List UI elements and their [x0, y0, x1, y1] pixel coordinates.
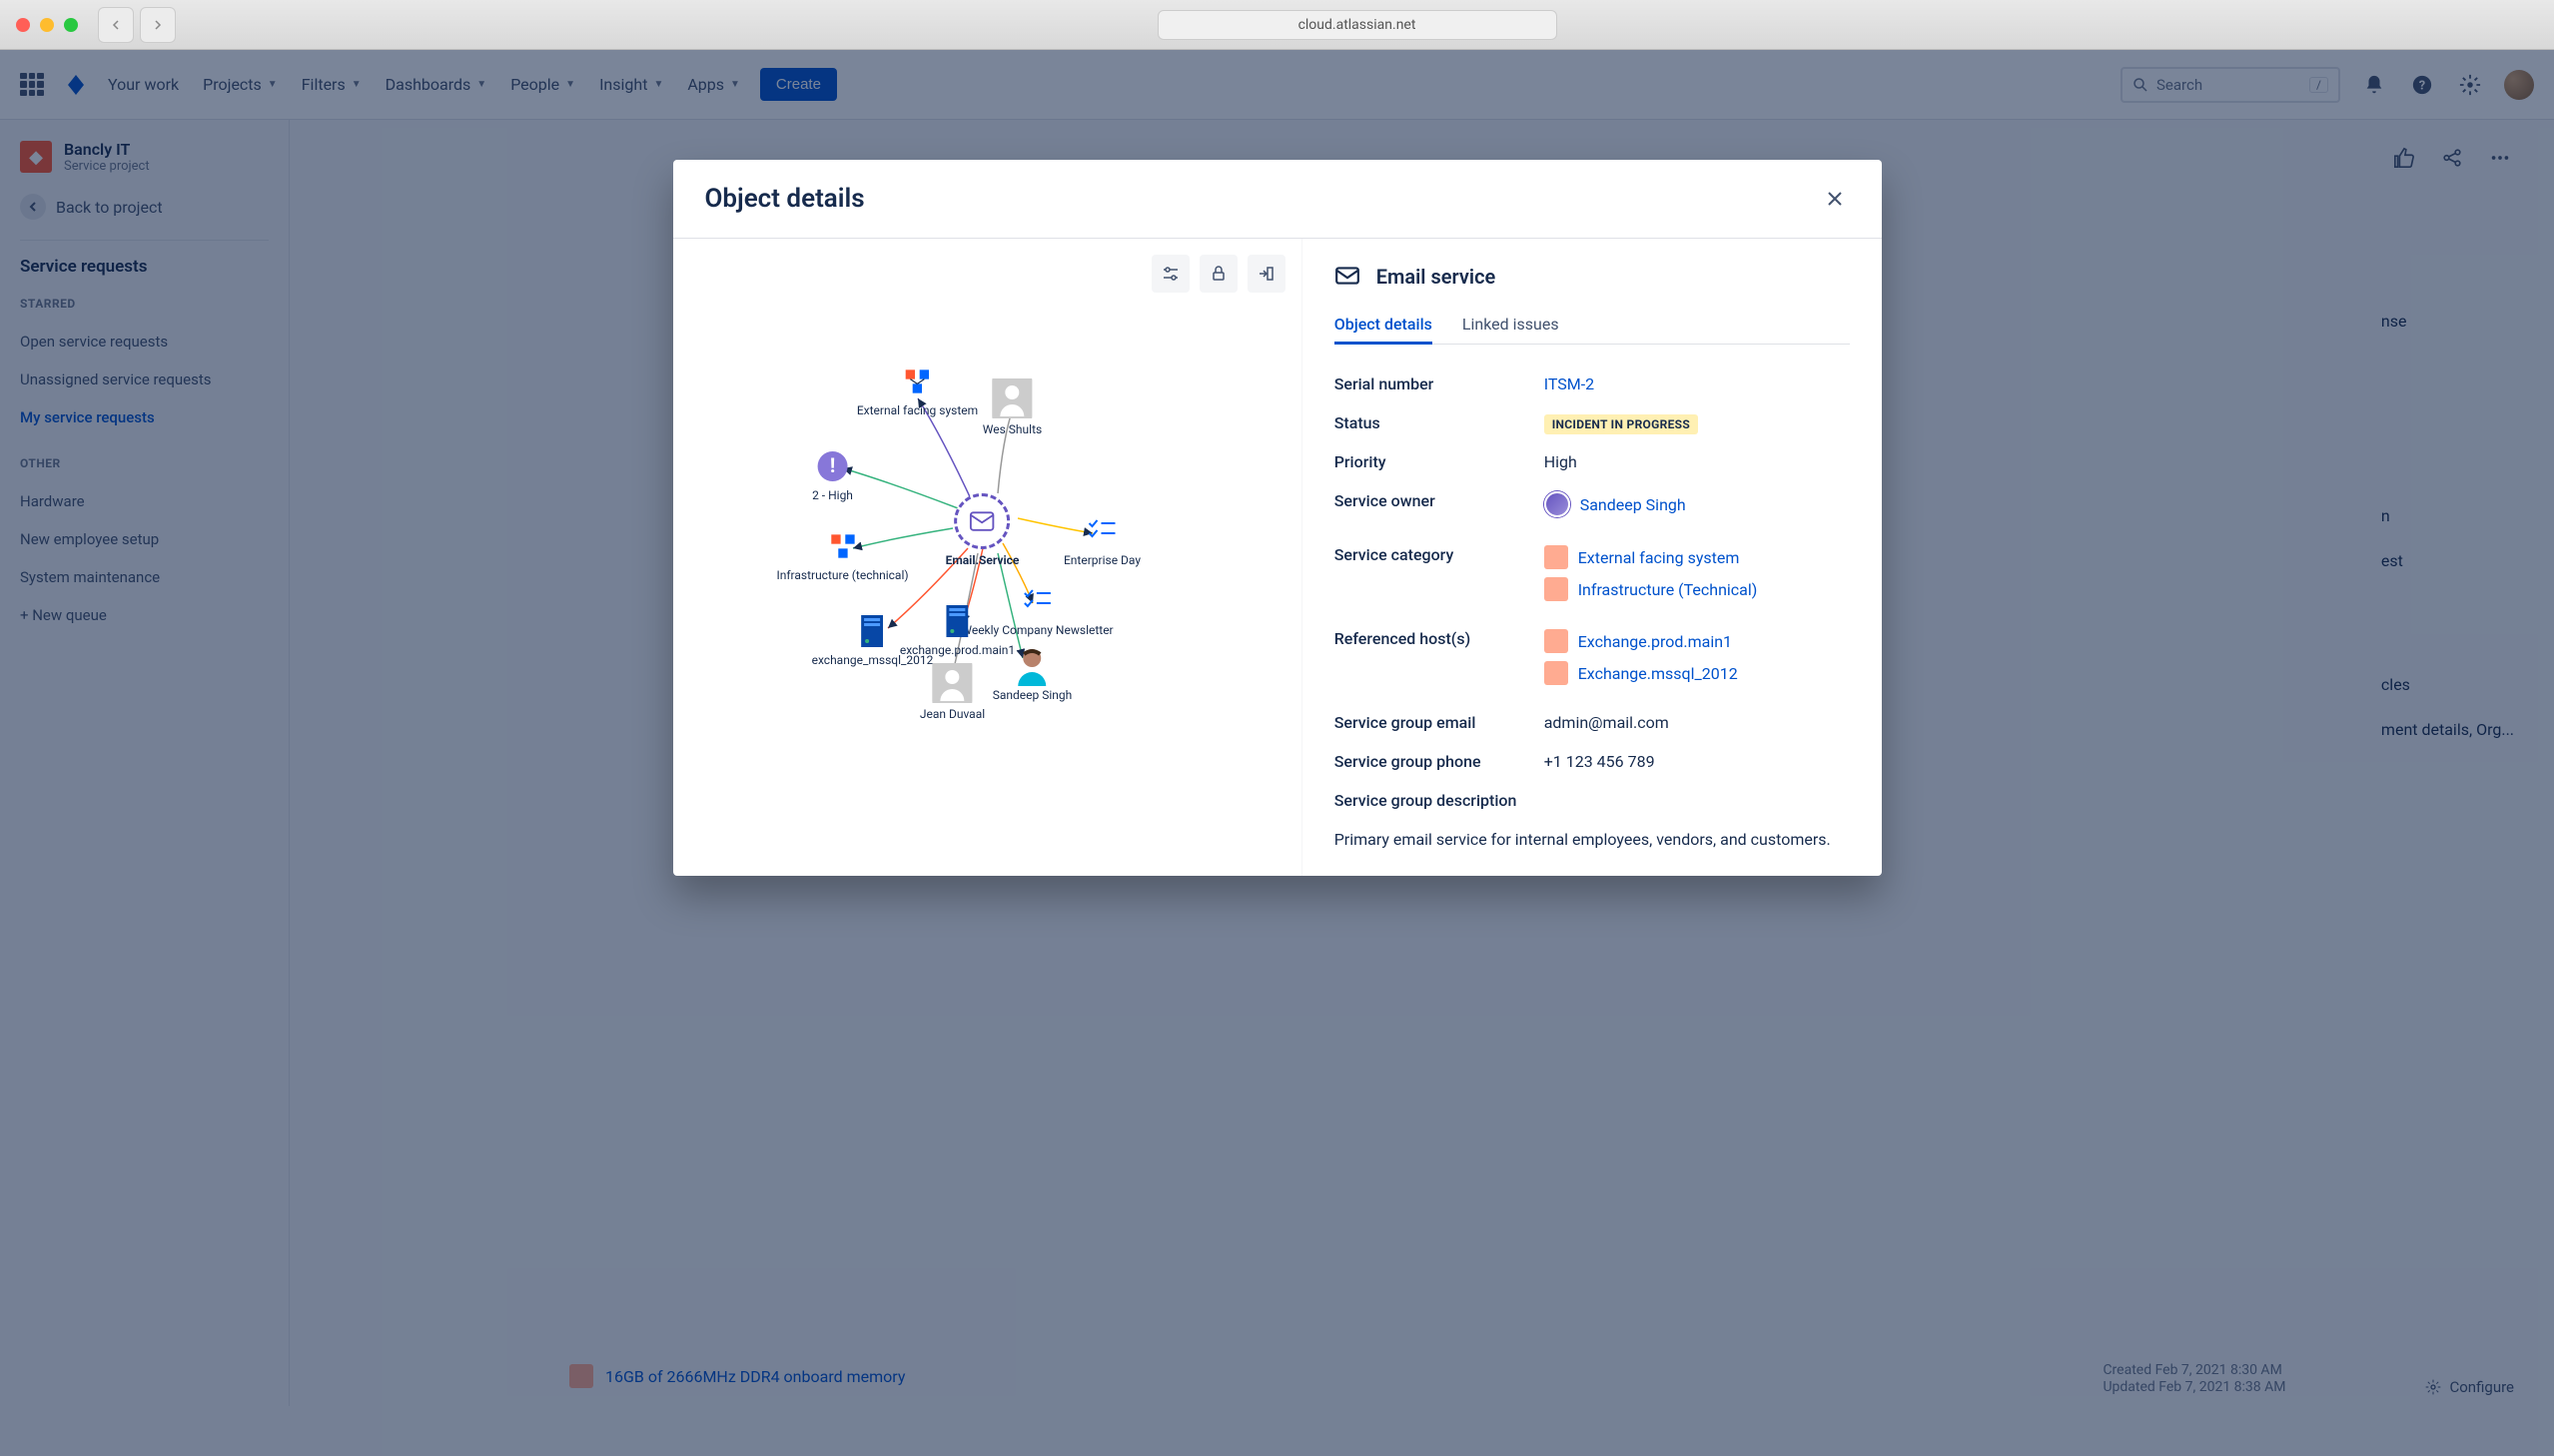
label-hosts: Referenced host(s) [1334, 629, 1544, 648]
checklist-icon [1085, 513, 1121, 549]
tab-linked-issues[interactable]: Linked issues [1462, 307, 1559, 344]
graph-node-infra[interactable]: Infrastructure (technical) [776, 528, 908, 582]
checklist-icon [1020, 583, 1056, 619]
close-button[interactable] [1820, 184, 1850, 214]
server-icon [855, 613, 891, 649]
graph-node-exchange-mssql[interactable]: exchange_mssql_2012 [812, 613, 934, 667]
avatar-icon [1014, 648, 1050, 684]
owner-chip[interactable]: Sandeep Singh [1544, 491, 1850, 517]
graph-node-center[interactable]: Email.Service [946, 493, 1020, 567]
close-window-icon[interactable] [16, 18, 30, 32]
value-phone: +1 123 456 789 [1544, 752, 1850, 771]
graph-node-external[interactable]: External facing system [857, 364, 978, 417]
graph-panel: Email.Service External facing system Wes… [673, 239, 1301, 876]
back-button[interactable] [98, 7, 134, 43]
system-icon [899, 364, 935, 399]
label-email: Service group email [1334, 713, 1544, 732]
tab-object-details[interactable]: Object details [1334, 307, 1432, 345]
priority-icon: ! [815, 448, 851, 484]
person-icon [933, 663, 973, 703]
category-icon [1544, 577, 1568, 601]
person-icon [992, 378, 1032, 418]
label-description: Service group description [1334, 791, 1517, 810]
minimize-window-icon[interactable] [40, 18, 54, 32]
value-email: admin@mail.com [1544, 713, 1850, 732]
close-icon [1825, 189, 1845, 209]
label-owner: Service owner [1334, 491, 1544, 510]
tabs: Object details Linked issues [1334, 307, 1850, 345]
email-icon [954, 493, 1010, 549]
category-chip-0[interactable]: External facing system [1544, 545, 1850, 569]
svg-text:!: ! [830, 453, 835, 477]
value-priority: High [1544, 452, 1850, 471]
avatar-icon [1544, 491, 1570, 517]
label-phone: Service group phone [1334, 752, 1544, 771]
graph-node-sandeep[interactable]: Sandeep Singh [993, 648, 1073, 702]
status-badge: INCIDENT IN PROGRESS [1544, 414, 1698, 434]
graph-node-priority[interactable]: ! 2 - High [812, 448, 853, 502]
maximize-window-icon[interactable] [64, 18, 78, 32]
relationship-graph[interactable]: Email.Service External facing system Wes… [693, 259, 1281, 778]
value-serial[interactable]: ITSM-2 [1544, 374, 1850, 393]
host-icon [1544, 661, 1568, 685]
server-icon [940, 603, 976, 639]
host-icon [1544, 629, 1568, 653]
system-icon [824, 528, 860, 564]
mail-icon [1334, 263, 1362, 291]
url-bar[interactable]: cloud.atlassian.net [1158, 10, 1557, 40]
graph-node-wes[interactable]: Wes Shults [983, 378, 1042, 436]
host-chip-0[interactable]: Exchange.prod.main1 [1544, 629, 1850, 653]
nav-arrows [98, 7, 176, 43]
object-name: Email service [1376, 265, 1496, 289]
label-priority: Priority [1334, 452, 1544, 471]
traffic-lights [16, 18, 78, 32]
forward-button[interactable] [140, 7, 176, 43]
label-category: Service category [1334, 545, 1544, 564]
host-chip-1[interactable]: Exchange.mssql_2012 [1544, 661, 1850, 685]
graph-node-jean[interactable]: Jean Duvaal [920, 663, 985, 721]
browser-chrome: cloud.atlassian.net [0, 0, 2554, 50]
details-panel: Email service Object details Linked issu… [1301, 239, 1882, 876]
category-icon [1544, 545, 1568, 569]
label-serial: Serial number [1334, 374, 1544, 393]
category-chip-1[interactable]: Infrastructure (Technical) [1544, 577, 1850, 601]
value-description: Primary email service for internal emplo… [1334, 828, 1850, 852]
graph-node-enterprise[interactable]: Enterprise Day [1064, 513, 1141, 567]
object-details-modal: Object details [673, 160, 1882, 876]
modal-title: Object details [705, 184, 865, 214]
label-status: Status [1334, 413, 1544, 432]
